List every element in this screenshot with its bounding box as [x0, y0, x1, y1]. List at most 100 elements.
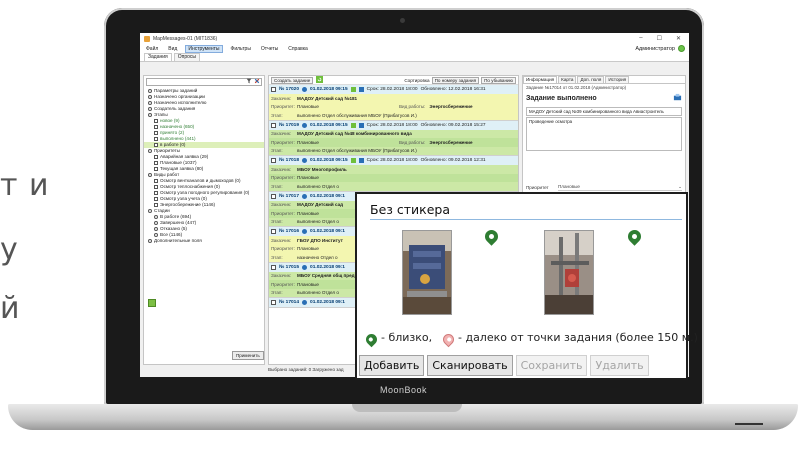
- task-state-icon: [302, 229, 308, 234]
- checkbox-icon[interactable]: [154, 143, 158, 147]
- task-field-label: Этап:: [271, 112, 283, 118]
- menu-tools[interactable]: Инструменты: [185, 44, 223, 53]
- photo-thumbnail-1[interactable]: [402, 230, 452, 315]
- task-card[interactable]: № 17019 01.02.2018 09:15 Срок: 28.02.2018 …: [269, 120, 518, 156]
- task-field-value: назначено Отдел о: [297, 254, 338, 260]
- expand-circle-icon[interactable]: [148, 149, 152, 153]
- task-header[interactable]: № 17018 01.02.2018 09:15 Срок: 28.02.2018 …: [269, 156, 518, 165]
- info-field-value[interactable]: Плановые ⌄: [558, 184, 682, 191]
- task-number: № 17018: [279, 158, 300, 163]
- task-date: 01.02.2018 09:1: [310, 264, 345, 270]
- tab-tasks[interactable]: Задания: [144, 53, 172, 61]
- scan-button[interactable]: Сканировать: [427, 355, 513, 376]
- menu-view[interactable]: Вид: [166, 46, 179, 52]
- checkbox-icon[interactable]: [154, 119, 158, 123]
- task-select-checkbox[interactable]: [271, 193, 276, 199]
- task-select-checkbox[interactable]: [271, 87, 276, 92]
- checkbox-icon[interactable]: [154, 161, 158, 165]
- tab-info[interactable]: Информация: [523, 76, 558, 83]
- expand-circle-icon[interactable]: [148, 95, 152, 99]
- task-row-priority: Приоритет: Плановые Вид работы: Энергосбере…: [269, 138, 518, 147]
- photo-thumbnail-2[interactable]: [544, 230, 594, 315]
- pin-near-legend-icon: [363, 331, 380, 348]
- checkbox-icon[interactable]: [154, 179, 158, 183]
- filter-funnel-icon[interactable]: [246, 78, 252, 86]
- chevron-down-icon[interactable]: ⌄: [678, 184, 682, 190]
- minimize-button[interactable]: –: [639, 35, 642, 42]
- checkbox-icon[interactable]: [154, 125, 158, 129]
- expand-circle-icon[interactable]: [148, 89, 152, 93]
- filter-search-input[interactable]: [146, 78, 262, 86]
- tab-map[interactable]: Карта: [558, 76, 577, 83]
- menu-file[interactable]: Файл: [144, 46, 160, 52]
- sort-by-select[interactable]: По номеру задания: [431, 76, 480, 84]
- expand-circle-icon[interactable]: [148, 107, 152, 111]
- add-photo-button[interactable]: Добавить: [359, 355, 425, 376]
- task-header[interactable]: № 17020 01.02.2018 09:15 Срок: 28.02.2018 …: [269, 85, 518, 94]
- task-card[interactable]: № 17020 01.02.2018 09:15 Срок: 28.02.2018 …: [269, 85, 518, 121]
- expand-circle-icon[interactable]: [154, 227, 158, 231]
- checkbox-icon[interactable]: [154, 185, 158, 189]
- checkbox-icon[interactable]: [154, 131, 158, 135]
- add-filter-button[interactable]: [148, 299, 156, 307]
- description-field[interactable]: Проведение осмотра: [526, 117, 682, 151]
- task-status-text: Задание выполнено: [526, 95, 597, 102]
- user-name[interactable]: Администратор: [635, 46, 675, 52]
- task-updated: Обновлено: 09.02.2018 12:31: [420, 158, 486, 163]
- menu-help[interactable]: Справка: [286, 46, 310, 52]
- task-select-checkbox[interactable]: [271, 229, 276, 234]
- expand-circle-icon[interactable]: [154, 233, 158, 237]
- expand-circle-icon[interactable]: [154, 215, 158, 219]
- create-task-button[interactable]: Создать задание: [271, 76, 314, 84]
- task-select-checkbox[interactable]: [271, 264, 276, 270]
- title-bar: MapMessages-01 (MIT1836) – ☐ ✕: [140, 33, 689, 44]
- save-button[interactable]: Сохранить: [515, 355, 588, 376]
- task-row-stage: Этап: выполнено Отдел обслуживания МБОУ (…: [269, 146, 518, 155]
- tab-extra-fields[interactable]: Доп. поля: [577, 76, 605, 83]
- task-updated: Обновлено: 12.02.2018 16:31: [420, 87, 486, 92]
- filter-item-label: Дополнительные поля: [154, 238, 202, 243]
- apply-filters-button[interactable]: Применить: [232, 351, 264, 360]
- checkbox-icon[interactable]: [154, 203, 158, 207]
- checkbox-icon[interactable]: [154, 155, 158, 159]
- task-field-label: Приоритет:: [271, 139, 295, 145]
- task-select-checkbox[interactable]: [271, 122, 276, 128]
- task-field-label: Приоритет:: [271, 210, 295, 216]
- legend-near-text: - близко,: [381, 331, 433, 344]
- task-card[interactable]: № 17018 01.02.2018 09:15 Срок: 28.02.2018 …: [269, 156, 518, 192]
- clear-filter-icon[interactable]: [254, 78, 260, 86]
- expand-circle-icon[interactable]: [148, 239, 152, 243]
- tab-surveys[interactable]: Опросы: [173, 53, 201, 61]
- expand-circle-icon[interactable]: [148, 209, 152, 213]
- filter-item[interactable]: Дополнительные поля: [144, 238, 264, 244]
- menu-filters[interactable]: Фильтры: [229, 46, 253, 52]
- checkbox-icon[interactable]: [154, 191, 158, 195]
- delete-button[interactable]: Удалить: [590, 355, 649, 376]
- menu-reports[interactable]: Отчеты: [259, 46, 280, 52]
- task-field-value: Плановые: [297, 246, 319, 252]
- main-tabs: Задания Опросы: [140, 53, 689, 62]
- menu-bar: Файл Вид Инструменты Фильтры Отчеты Спра…: [140, 44, 689, 53]
- task-select-checkbox[interactable]: [271, 300, 276, 305]
- tab-history[interactable]: История: [605, 76, 630, 83]
- maximize-button[interactable]: ☐: [657, 35, 662, 42]
- info-field-label: Приоритет: [526, 185, 549, 190]
- refresh-icon[interactable]: [316, 76, 324, 85]
- expand-circle-icon[interactable]: [148, 173, 152, 177]
- task-select-checkbox[interactable]: [271, 158, 276, 163]
- checkbox-icon[interactable]: [154, 197, 158, 201]
- print-icon[interactable]: [673, 93, 682, 104]
- sort-direction-select[interactable]: По убыванию: [481, 76, 516, 84]
- task-header[interactable]: № 17019 01.02.2018 09:15 Срок: 28.02.2018 …: [269, 120, 518, 130]
- organization-field[interactable]: МАДОУ Детский сад №39 комбинированного в…: [526, 107, 682, 116]
- expand-circle-icon[interactable]: [148, 113, 152, 117]
- expand-circle-icon[interactable]: [154, 221, 158, 225]
- expand-circle-icon[interactable]: [148, 101, 152, 105]
- attachment-icon: [358, 87, 364, 92]
- checkbox-icon[interactable]: [154, 167, 158, 171]
- close-button[interactable]: ✕: [676, 35, 681, 42]
- task-field-value: Плановые: [297, 210, 319, 216]
- popup-title: Без стикера: [370, 202, 450, 217]
- checkbox-icon[interactable]: [154, 137, 158, 141]
- task-status: Задание выполнено: [523, 91, 685, 106]
